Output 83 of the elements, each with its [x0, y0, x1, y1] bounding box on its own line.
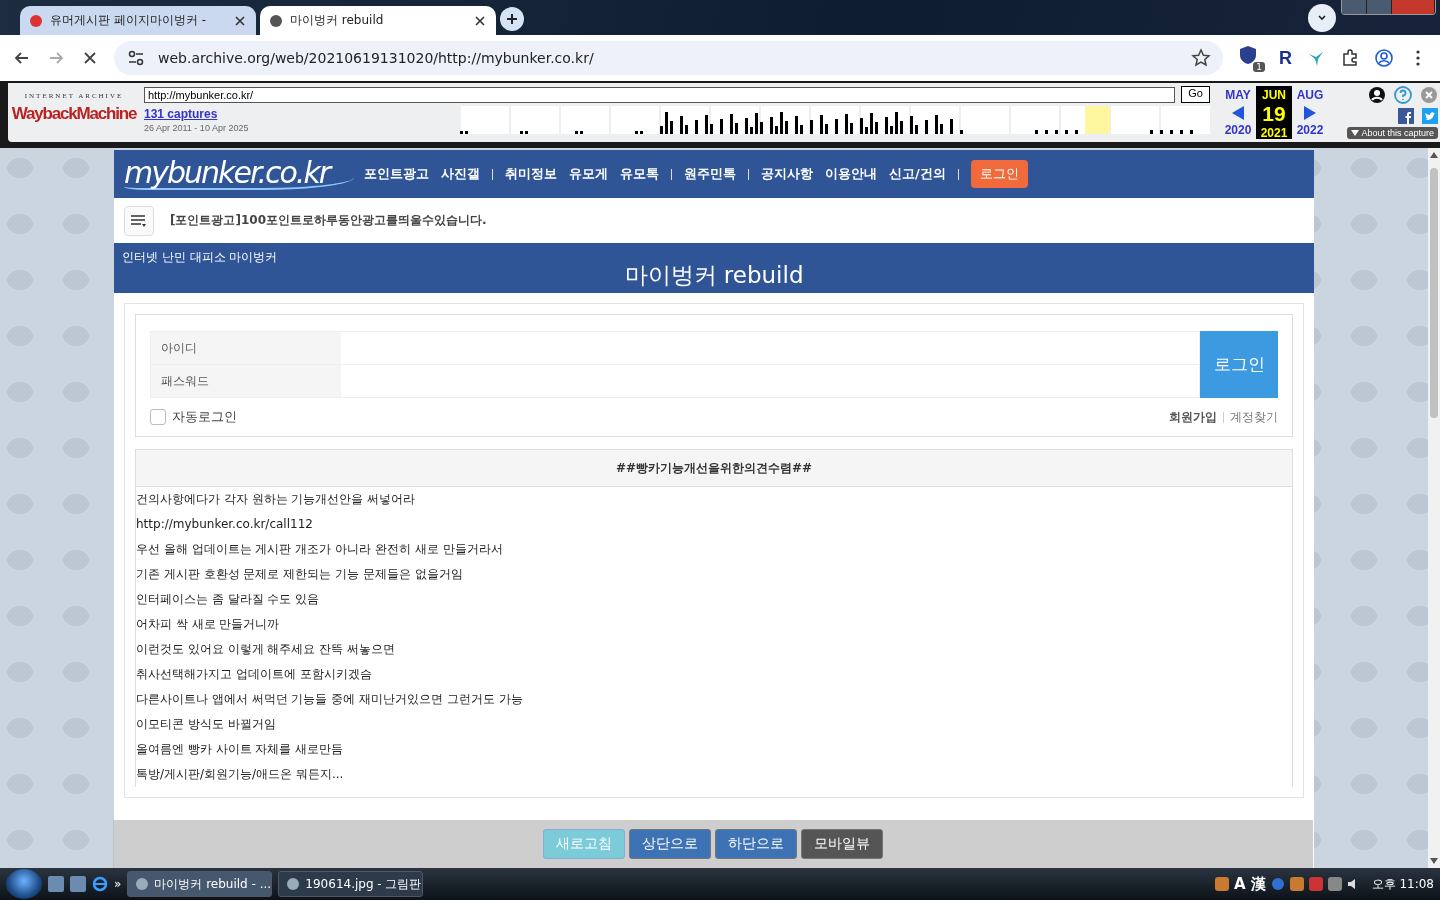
plus-icon [506, 13, 518, 25]
tray-icon[interactable] [1327, 877, 1342, 891]
floating-button[interactable]: 상단으로 [629, 829, 711, 859]
tab-search-button[interactable] [1308, 4, 1336, 32]
auto-login-checkbox[interactable] [150, 409, 166, 425]
twitter-icon[interactable] [1422, 107, 1438, 124]
nav-link[interactable]: 유모게 [569, 165, 608, 183]
left-arrow-icon[interactable] [1231, 105, 1245, 120]
ime-indicator[interactable]: 漢 [1250, 874, 1266, 894]
nav-link[interactable]: 사진갤 [441, 165, 480, 183]
url-field[interactable]: http://mybunker.co.kr/ [144, 86, 1176, 103]
ime-indicator[interactable]: A [1234, 875, 1246, 893]
about-capture-button[interactable]: About this capture [1347, 127, 1438, 139]
site-logo[interactable]: mybunker.co.kr [124, 158, 354, 190]
post-text: 우선 올해 업데이트는 게시판 개조가 아니라 완전히 새로 만들거라서 [136, 541, 504, 558]
tray-icon[interactable] [1289, 877, 1304, 891]
extension-button[interactable]: R [1279, 47, 1292, 69]
capture-timeline[interactable] [460, 106, 1210, 134]
close-icon[interactable] [234, 14, 246, 27]
taskbar-window[interactable]: 마이벙커 rebuild - ... [127, 871, 273, 897]
month-column[interactable]: JUN 19 2021 [1256, 86, 1292, 139]
address-bar[interactable]: web.archive.org/web/20210619131020/http://mybunker.co.kr/ [114, 41, 1223, 75]
nav-link[interactable]: 공지사항 [761, 165, 813, 183]
post-text: 취사선택해가지고 업데이트에 포함시키겠슴 [136, 666, 373, 683]
scrollbar[interactable] [1428, 148, 1440, 868]
window-controls[interactable] [1341, 0, 1436, 15]
post-text: 어차피 싹 새로 만들거니까 [136, 616, 281, 633]
tagline: 인터넷 난민 대피소 마이벙커 [122, 249, 279, 266]
month-column[interactable]: MAY 2020 [1220, 86, 1256, 139]
scroll-down-icon[interactable] [1430, 858, 1438, 864]
site-info-icon[interactable] [126, 48, 146, 68]
nav-link[interactable]: 신고/건의 [889, 165, 946, 183]
post-text: 올여름엔 빵카 사이트 자체를 새로만듬 [136, 741, 345, 758]
post-text: 건의사항에다가 각자 원하는 기능개선안을 써넣어라 [136, 491, 417, 508]
account-icon[interactable] [1368, 86, 1386, 104]
nav-link[interactable]: 원주민톡 [684, 165, 736, 183]
start-button[interactable] [6, 869, 42, 899]
facebook-icon[interactable] [1398, 107, 1414, 124]
profile-icon[interactable] [1374, 48, 1394, 68]
password-label: 패스워드 [151, 365, 341, 397]
account-link[interactable]: 회원가입 [1169, 408, 1217, 426]
post-text: http://mybunker.co.kr/call112 [136, 516, 314, 533]
favicon-icon [30, 14, 42, 27]
id-label: 아이디 [151, 332, 341, 364]
post-text: 다른사이트나 앱에서 써먹던 기능들 중에 재미난거있으면 그런거도 가능 [136, 691, 524, 708]
auto-login-label[interactable]: 자동로그인 [172, 408, 237, 426]
nav-link[interactable]: 유모톡 [620, 165, 659, 183]
nav-link[interactable]: 이용안내 [825, 165, 877, 183]
post-text: 이런것도 있어요 이렇게 해주세요 잔뜩 써놓으면 [136, 641, 397, 658]
clock: 오후 11:08 [1371, 875, 1434, 893]
captures-link[interactable]: 131 captures [144, 107, 454, 121]
new-tab-button[interactable] [500, 7, 524, 31]
month-column[interactable]: AUG 2022 [1292, 86, 1328, 139]
puzzle-icon[interactable] [1340, 48, 1360, 68]
scrollbar-thumb[interactable] [1430, 168, 1438, 418]
post-title: ##빵카기능개선을위한의견수렴## [136, 450, 1292, 487]
right-arrow-icon[interactable] [1303, 105, 1317, 120]
browser-e-icon[interactable] [92, 876, 108, 892]
browser-tab[interactable]: 유머게시판 페이지마이벙커 - [20, 6, 256, 35]
favicon-icon [270, 14, 282, 27]
post-text: 기존 게시판 호환성 문제로 제한되는 기능 문제들은 없을거임 [136, 566, 464, 583]
date-range: 26 Apr 2011 - 10 Apr 2025 [144, 123, 250, 133]
menu-icon[interactable] [124, 205, 154, 236]
floating-button[interactable]: 하단으로 [715, 829, 797, 859]
post-text: 인터페이스는 좀 달라질 수도 있음 [136, 591, 321, 608]
notice-text[interactable]: [포인트광고]100포인트로하루동안광고를띄울수있습니다. [170, 212, 487, 229]
nav-link[interactable]: 포인트광고 [364, 165, 429, 183]
account-link[interactable]: 계정찾기 [1230, 408, 1278, 426]
go-button[interactable]: Go [1181, 86, 1210, 103]
site-title: 마이벙커 rebuild [623, 261, 805, 290]
more-button[interactable]: » [114, 877, 122, 891]
floating-button[interactable]: 모바일뷰 [801, 829, 883, 859]
close-icon[interactable] [474, 14, 486, 27]
star-icon[interactable] [1191, 48, 1211, 68]
post-text: 톡방/게시판/회원기능/애드온 뭐든지... [136, 766, 345, 783]
nav-link[interactable]: 취미정보 [505, 165, 557, 183]
taskbar-window[interactable]: 190614.jpg - 그림판 [278, 871, 424, 897]
browser-tab[interactable]: 마이벙커 rebuild [260, 6, 496, 35]
scroll-up-icon[interactable] [1430, 152, 1438, 158]
tray-icon[interactable] [1308, 877, 1323, 891]
chevron-down-icon [1317, 13, 1327, 23]
caret-icon [1351, 130, 1360, 136]
post-text: 이모티콘 방식도 바뀔거임 [136, 716, 277, 733]
